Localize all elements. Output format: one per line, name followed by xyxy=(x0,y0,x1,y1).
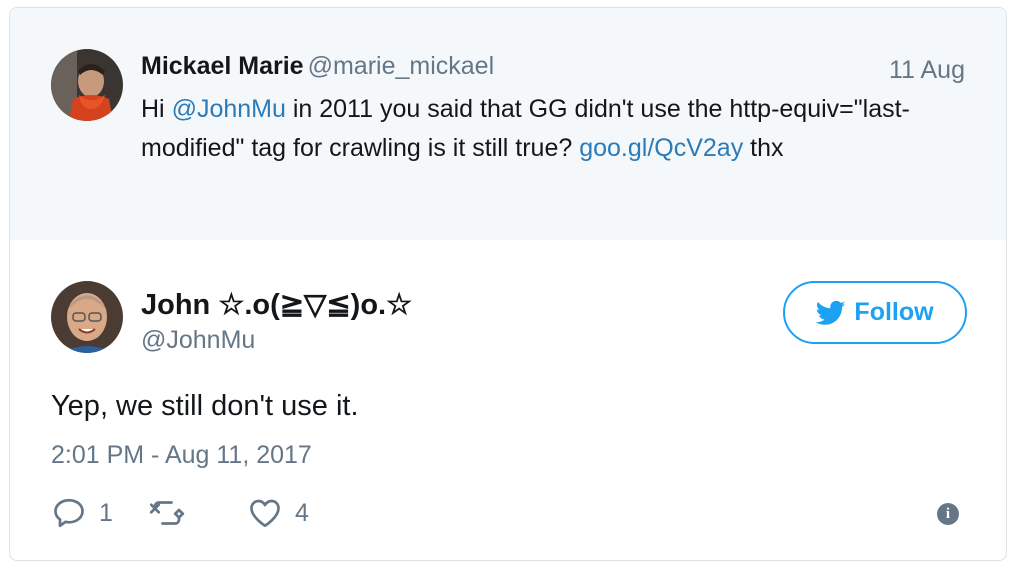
author-name[interactable]: John ☆.o(≧▽≦)o.☆ xyxy=(141,287,412,322)
parent-author-line[interactable]: Mickael Marie @marie_mickael xyxy=(141,52,494,81)
reply-action[interactable]: 1 xyxy=(51,495,113,531)
mention-link[interactable]: @JohnMu xyxy=(172,95,286,123)
follow-button[interactable]: Follow xyxy=(783,281,967,344)
tweet-embed-card: Mickael Marie @marie_mickael 11 Aug Hi @J… xyxy=(9,7,1007,561)
parent-text-part: thx xyxy=(743,134,784,162)
info-icon[interactable]: i xyxy=(937,503,959,525)
twitter-bird-icon xyxy=(816,300,846,325)
tweet-timestamp[interactable]: 2:01 PM - Aug 11, 2017 xyxy=(51,441,312,470)
short-url-link[interactable]: goo.gl/QcV2ay xyxy=(579,134,743,162)
parent-author-handle[interactable]: @marie_mickael xyxy=(308,52,495,80)
parent-date[interactable]: 11 Aug xyxy=(889,56,965,85)
parent-tweet-text: Hi @JohnMu in 2011 you said that GG didn… xyxy=(141,90,971,168)
like-count: 4 xyxy=(295,498,309,527)
parent-text-part: Hi xyxy=(141,95,172,123)
author-avatar[interactable] xyxy=(51,281,123,353)
retweet-action[interactable] xyxy=(149,495,197,531)
heart-icon xyxy=(250,499,280,528)
parent-author-avatar[interactable] xyxy=(51,49,123,121)
reply-icon xyxy=(54,498,84,528)
parent-author-name[interactable]: Mickael Marie xyxy=(141,52,304,80)
tweet-text: Yep, we still don't use it. xyxy=(51,390,359,422)
quoted-parent-tweet[interactable]: Mickael Marie @marie_mickael 11 Aug Hi @J… xyxy=(10,8,1006,240)
reply-count: 1 xyxy=(99,498,113,527)
follow-label: Follow xyxy=(854,298,934,326)
retweet-icon xyxy=(149,501,185,525)
author-handle[interactable]: @JohnMu xyxy=(141,326,255,355)
like-action[interactable]: 4 xyxy=(247,495,309,531)
